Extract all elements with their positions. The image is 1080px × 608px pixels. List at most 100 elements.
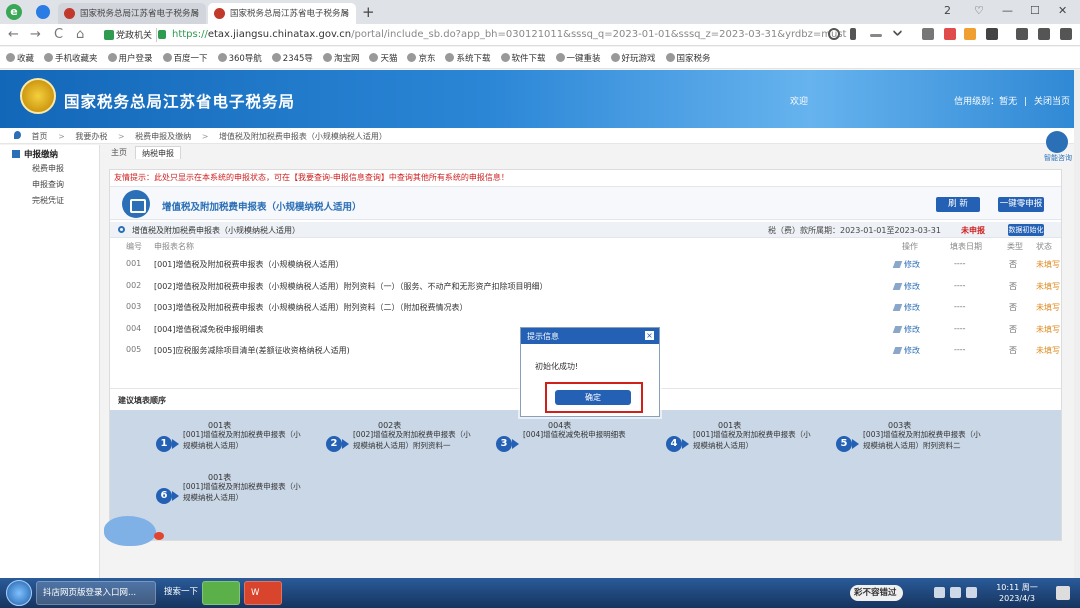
assistant-icon[interactable]: [1046, 131, 1068, 153]
close-icon[interactable]: ×: [645, 331, 654, 340]
mascot-fish-icon[interactable]: [104, 516, 164, 546]
bookmark-item[interactable]: 系统下载: [445, 52, 491, 64]
zero-declare-button[interactable]: 一键零申报: [998, 197, 1044, 212]
bookmark-label: 好玩游戏: [621, 54, 656, 64]
breadcrumb-tax[interactable]: 我要办税: [75, 132, 107, 141]
grid-menu-icon[interactable]: [986, 28, 998, 40]
row-name[interactable]: [004]增值税减免税申报明细表: [154, 324, 264, 335]
url-input[interactable]: https://etax.jiangsu.chinatax.gov.cn/por…: [172, 29, 846, 40]
ok-button[interactable]: 确定: [555, 390, 631, 405]
bookmark-item[interactable]: 百度一下: [162, 52, 208, 64]
table-row[interactable]: 003 [003]增值税及附加税费申报表（小规模纳税人适用）附列资料（二）（附加税…: [110, 297, 1061, 318]
page-scrollbar[interactable]: [1074, 70, 1080, 578]
close-page-link[interactable]: 关闭当页: [1034, 97, 1070, 107]
extension-icon[interactable]: [944, 28, 956, 40]
task-browser[interactable]: 抖店网页版登录入口网...: [36, 581, 156, 605]
minimize-button[interactable]: —: [1002, 4, 1013, 17]
row-name[interactable]: [003]增值税及附加税费申报表（小规模纳税人适用）附列资料（二）（附加税费情况…: [154, 302, 468, 313]
menu-icon[interactable]: [1060, 28, 1072, 40]
row-name[interactable]: [005]应税服务减除项目清单(差额征收资格纳税人适用): [154, 345, 350, 356]
site-badge[interactable]: 党政机关: [102, 28, 158, 42]
bookmark-item[interactable]: 一键重装: [555, 52, 601, 64]
order-step[interactable]: 001表 1 [001]增值税及附加税费申报表（小规模纳税人适用）: [148, 420, 308, 464]
task-wps-icon[interactable]: W: [244, 581, 282, 605]
order-step[interactable]: 003表 5 [003]增值税及附加税费申报表（小规模纳税人适用）附列资料二: [828, 420, 988, 464]
network-icon[interactable]: [950, 587, 961, 598]
bookmark-item[interactable]: 2345导: [271, 52, 313, 64]
bookmark-item[interactable]: 天猫: [369, 52, 397, 64]
clock[interactable]: 10:11 周一 2023/4/3: [990, 582, 1044, 604]
order-step[interactable]: 002表 2 [002]增值税及附加税费申报表（小规模纳税人适用）附列资料一: [318, 420, 478, 464]
more-icon[interactable]: [870, 34, 882, 37]
bookmark-item[interactable]: 手机收藏夹: [44, 52, 98, 64]
start-button[interactable]: [6, 580, 32, 606]
row-name[interactable]: [001]增值税及附加税费申报表（小规模纳税人适用）: [154, 259, 344, 270]
download-icon[interactable]: [1016, 28, 1028, 40]
bookmark-item[interactable]: 360导航: [217, 52, 262, 64]
browser-tab-1[interactable]: 国家税务总局江苏省电子税务局 ×: [58, 3, 206, 24]
bookmark-item[interactable]: 淘宝网: [322, 52, 359, 64]
bookmark-item[interactable]: 好玩游戏: [610, 52, 656, 64]
row-action[interactable]: 修改: [894, 302, 920, 313]
dialog-message: 初始化成功!: [535, 362, 579, 371]
bookmark-item[interactable]: 软件下载: [500, 52, 546, 64]
tab-home[interactable]: 主页: [105, 146, 133, 159]
pinned-tab-icon[interactable]: [36, 5, 50, 19]
game-icon[interactable]: [964, 28, 976, 40]
table-row[interactable]: 001 [001]增值税及附加税费申报表（小规模纳税人适用） 修改 ---- 否 未填写: [110, 254, 1061, 275]
maximize-button[interactable]: ☐: [1030, 4, 1040, 17]
assistant-label[interactable]: 智能咨询: [1044, 153, 1072, 163]
task-search[interactable]: 搜索一下: [158, 581, 198, 605]
browser-tab-2[interactable]: 国家税务总局江苏省电子税务局 ×: [208, 3, 356, 24]
form-radio[interactable]: [118, 226, 125, 233]
notification-icon[interactable]: [1056, 586, 1070, 600]
sidebar-item-query[interactable]: 申报查询: [0, 177, 99, 193]
home-button[interactable]: ⌂: [76, 27, 84, 42]
bookmark-item[interactable]: 京东: [407, 52, 435, 64]
lock-icon[interactable]: [158, 30, 166, 39]
table-row[interactable]: 002 [002]增值税及附加税费申报表（小规模纳税人适用）附列资料（一）（服务、…: [110, 276, 1061, 297]
undo-icon[interactable]: [1038, 28, 1050, 40]
bookmark-item[interactable]: 国家税务: [665, 52, 711, 64]
tab-count-icon[interactable]: 2: [944, 4, 951, 17]
order-step[interactable]: 004表 3 [004]增值税减免税申报明细表: [488, 420, 648, 464]
tab-close-icon[interactable]: ×: [191, 6, 200, 19]
chevron-down-icon[interactable]: [892, 26, 903, 37]
breadcrumb-home[interactable]: 首页: [32, 132, 48, 141]
reload-button[interactable]: C: [54, 27, 63, 42]
refresh-button[interactable]: 刷 新: [936, 197, 980, 212]
back-button[interactable]: ←: [8, 27, 19, 42]
row-action[interactable]: 修改: [894, 281, 920, 292]
breadcrumb-sep: >: [58, 132, 65, 141]
sidebar-title[interactable]: 申报缴纳: [0, 145, 99, 161]
browser-tab-title: 国家税务总局江苏省电子税务局: [230, 9, 350, 19]
scissors-icon[interactable]: [922, 28, 934, 40]
row-action[interactable]: 修改: [894, 259, 920, 270]
row-action[interactable]: 修改: [894, 345, 920, 356]
breadcrumb-declare[interactable]: 税费申报及缴纳: [135, 132, 191, 141]
forward-button[interactable]: →: [30, 27, 41, 42]
new-tab-button[interactable]: +: [362, 3, 375, 21]
bookmark-item[interactable]: 收藏: [6, 52, 34, 64]
row-action[interactable]: 修改: [894, 324, 920, 335]
task-app-icon[interactable]: [202, 581, 240, 605]
row-name[interactable]: [002]增值税及附加税费申报表（小规模纳税人适用）附列资料（一）（服务、不动产…: [154, 281, 548, 292]
tray-app-icon[interactable]: [934, 587, 945, 598]
close-window-button[interactable]: ✕: [1058, 4, 1067, 17]
order-step[interactable]: 001表 4 [001]增值税及附加税费申报表（小规模纳税人适用）: [658, 420, 818, 464]
tab-close-icon[interactable]: ×: [341, 6, 350, 19]
row-date: ----: [954, 280, 966, 290]
bookmark-item[interactable]: 用户登录: [107, 52, 153, 64]
tray-news[interactable]: 彩不容错过: [850, 585, 903, 601]
data-init-button[interactable]: 数据初始化: [1008, 224, 1044, 236]
browser-logo-icon[interactable]: e: [6, 4, 22, 20]
order-step[interactable]: 001表 6 [001]增值税及附加税费申报表（小规模纳税人适用）: [148, 472, 308, 516]
sidebar-item-certificate[interactable]: 完税凭证: [0, 193, 99, 209]
volume-icon[interactable]: [966, 587, 977, 598]
tab-declare[interactable]: 纳税申报: [135, 146, 181, 159]
shirt-skin-icon[interactable]: ♡: [974, 4, 984, 17]
row-num: 004: [126, 323, 142, 333]
lightning-icon[interactable]: [850, 28, 856, 40]
search-icon[interactable]: [828, 28, 840, 40]
sidebar-item-declare[interactable]: 税费申报: [0, 161, 99, 177]
